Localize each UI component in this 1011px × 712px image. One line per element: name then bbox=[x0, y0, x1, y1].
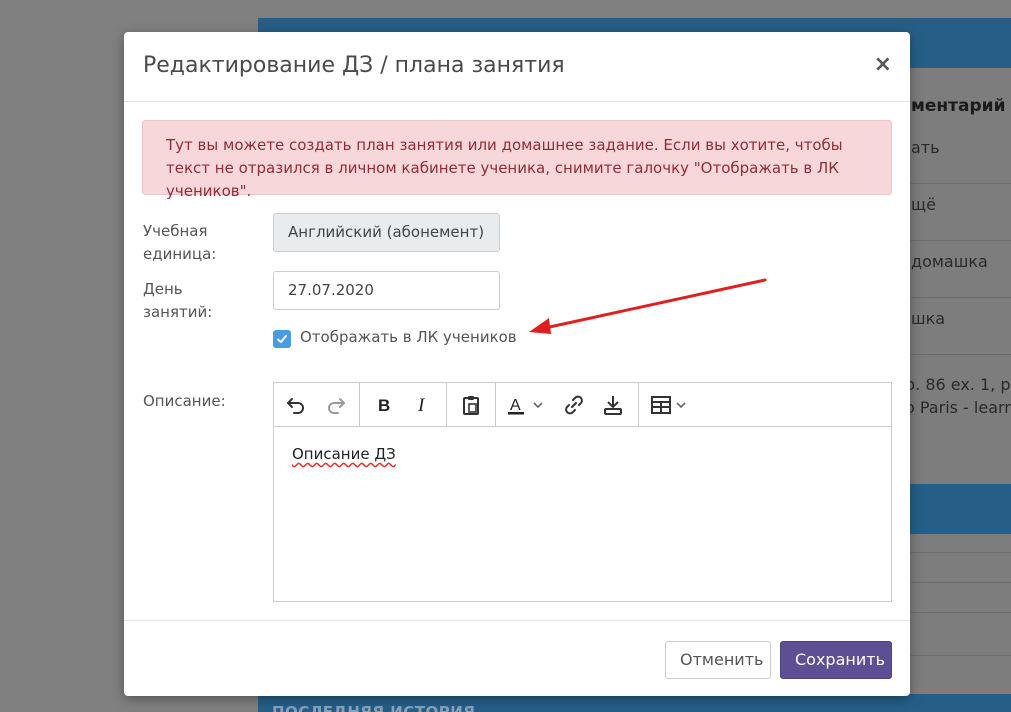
annotation-arrow-icon bbox=[529, 278, 767, 334]
unit-label: Учебная единица: bbox=[143, 220, 216, 266]
checkmark-icon bbox=[277, 335, 287, 343]
toolbar-group-history bbox=[274, 383, 360, 426]
background-row-divider bbox=[911, 297, 1011, 298]
show-to-students-label[interactable]: Отображать в ЛК учеников bbox=[300, 328, 517, 346]
description-label: Описание: bbox=[143, 392, 226, 410]
day-label-line: День bbox=[143, 280, 183, 298]
background-row-divider bbox=[911, 354, 1011, 355]
description-text: Описание ДЗ bbox=[292, 445, 396, 463]
background-section-title: ПОСЛЕДНЯЯ ИСТОРИЯ bbox=[272, 703, 476, 712]
editor-content[interactable]: Описание ДЗ bbox=[274, 427, 891, 481]
redo-icon[interactable] bbox=[322, 391, 350, 419]
svg-text:I: I bbox=[417, 395, 426, 415]
toolbar-group-insert: A bbox=[496, 383, 639, 426]
background-row-divider bbox=[911, 240, 1011, 241]
rich-text-editor: B I A Описание ДЗ bbox=[273, 382, 892, 602]
background-row-divider bbox=[911, 655, 1011, 656]
cancel-button[interactable]: Отменить bbox=[665, 641, 771, 679]
unit-label-line: Учебная bbox=[143, 222, 208, 240]
unit-label-line: единица: bbox=[143, 245, 217, 263]
svg-text:A: A bbox=[510, 397, 521, 414]
background-column-header: ментарий bbox=[911, 96, 1006, 116]
background-cell: шка bbox=[911, 309, 946, 328]
close-icon[interactable]: × bbox=[874, 52, 892, 77]
info-alert: Тут вы можете создать план занятия или д… bbox=[142, 120, 892, 200]
background-cell: щё bbox=[911, 195, 936, 214]
edit-homework-modal: Редактирование ДЗ / плана занятия × Тут … bbox=[124, 32, 910, 696]
editor-toolbar: B I A bbox=[274, 383, 891, 427]
table-icon[interactable] bbox=[648, 391, 694, 419]
toolbar-group-clipboard bbox=[447, 383, 496, 426]
background-cell: домашка bbox=[911, 252, 988, 271]
undo-icon[interactable] bbox=[282, 391, 310, 419]
modal-title: Редактирование ДЗ / плана занятия bbox=[143, 53, 565, 78]
date-input[interactable]: 27.07.2020 bbox=[273, 271, 500, 310]
background-cell: р. 86 ex. 1, p. 8 bbox=[905, 375, 1011, 394]
modal-footer: Отменить Сохранить bbox=[124, 620, 910, 696]
background-cell: o Paris - learn bbox=[905, 398, 1011, 417]
bold-icon[interactable]: B bbox=[370, 391, 398, 419]
save-button[interactable]: Сохранить bbox=[780, 641, 892, 679]
italic-icon[interactable]: I bbox=[408, 391, 436, 419]
link-icon[interactable] bbox=[560, 391, 588, 419]
toolbar-group-format: B I bbox=[360, 383, 447, 426]
unit-select: Английский (абонемент) bbox=[273, 213, 500, 252]
background-row-divider bbox=[911, 183, 1011, 184]
svg-text:B: B bbox=[378, 396, 390, 415]
show-to-students-checkbox[interactable] bbox=[273, 330, 291, 348]
download-icon[interactable] bbox=[599, 391, 627, 419]
background-row-divider bbox=[911, 552, 1011, 553]
modal-header: Редактирование ДЗ / плана занятия × bbox=[124, 32, 910, 102]
background-cell: ать bbox=[911, 138, 940, 157]
background-row-divider bbox=[911, 612, 1011, 613]
paste-icon[interactable] bbox=[457, 391, 485, 419]
background-row-divider bbox=[911, 582, 1011, 583]
day-label: День занятий: bbox=[143, 278, 212, 324]
day-label-line: занятий: bbox=[143, 303, 213, 321]
text-color-icon[interactable]: A bbox=[504, 391, 550, 419]
